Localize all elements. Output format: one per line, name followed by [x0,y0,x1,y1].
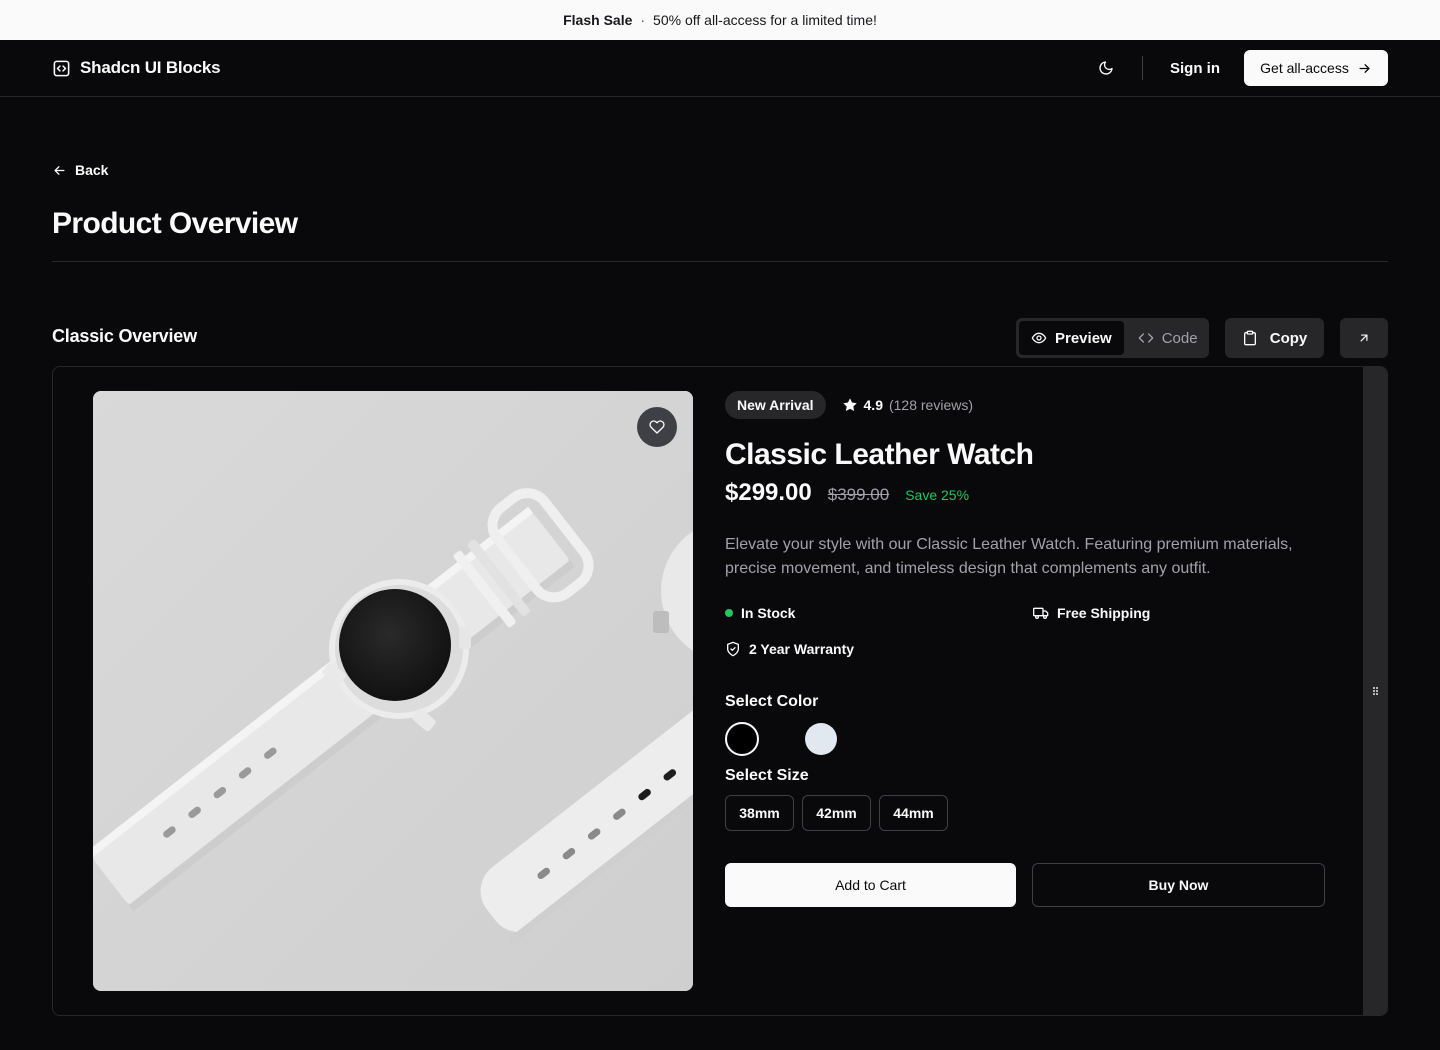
discount-label: Save 25% [905,487,970,503]
tab-preview[interactable]: Preview [1019,321,1124,355]
product-features: In Stock Free Shipping 2 Year Warranty [725,603,1335,659]
section-title: Classic Overview [52,326,197,346]
view-toggle-group: Preview Code [1016,318,1209,358]
preview-resize-handle[interactable] [1363,367,1387,1015]
shield-check-icon [727,641,739,657]
size-option-44mm[interactable]: 44mm [879,795,948,831]
announcement-banner: Flash Sale · 50% off all-access for a li… [0,0,1440,40]
top-navigation: Shadcn UI Blocks Sign in Get all-access [0,40,1440,97]
truck-icon [1033,607,1049,619]
arrow-right-icon [1359,63,1370,73]
get-all-access-button[interactable]: Get all-access [1244,50,1388,86]
copy-label: Copy [1269,329,1308,347]
sign-in-link[interactable]: Sign in [1160,56,1230,80]
free-shipping-label: Free Shipping [1057,605,1151,621]
title-divider [52,261,1388,262]
cta-label: Get all-access [1260,60,1349,76]
back-link[interactable]: Back [52,162,108,178]
tab-code[interactable]: Code [1126,321,1210,355]
code-square-icon [53,60,70,76]
product-info: New Arrival 4.9 (128 reviews) Classic Le… [725,391,1335,907]
page-title: Product Overview [52,207,298,240]
size-option-38mm[interactable]: 38mm [725,795,794,831]
eye-icon [1031,332,1047,344]
arrow-left-icon [54,165,65,175]
product-meta-row: New Arrival 4.9 (128 reviews) [725,391,1335,419]
color-swatch-silver[interactable] [805,723,837,755]
clipboard-icon [1243,330,1256,346]
favorite-button[interactable] [637,407,677,447]
back-label: Back [75,162,109,178]
arrow-up-right-icon [1360,334,1368,342]
brand-name: Shadcn UI Blocks [80,58,221,77]
product-image [93,391,693,991]
block-preview-frame: New Arrival 4.9 (128 reviews) Classic Le… [52,366,1388,1016]
theme-toggle-button[interactable] [1092,56,1120,80]
original-price: $399.00 [827,485,890,504]
warranty-label: 2 Year Warranty [749,641,855,657]
banner-message: 50% off all-access for a limited time! [653,12,877,28]
add-to-cart-button[interactable]: Add to Cart [725,863,1016,907]
review-count: (128 reviews) [888,397,974,413]
select-color-label: Select Color [725,693,819,710]
brand-logo[interactable]: Shadcn UI Blocks [52,58,221,78]
star-icon [842,398,857,411]
banner-separator: · [640,12,646,28]
open-in-new-button[interactable] [1340,318,1388,358]
price-row: $299.00 $399.00 Save 25% [725,479,1335,507]
new-arrival-badge: New Arrival [725,391,826,419]
purchase-actions: Add to Cart Buy Now [725,863,1335,907]
copy-button[interactable]: Copy [1225,318,1324,358]
product-description: Elevate your style with our Classic Leat… [725,536,1293,577]
watch-illustration [93,391,693,991]
banner-sale-label: Flash Sale [563,12,633,28]
code-icon [1138,333,1154,343]
feature-warranty: 2 Year Warranty [725,639,1033,659]
in-stock-label: In Stock [741,605,796,621]
stock-status-dot [725,609,733,617]
product-name: Classic Leather Watch [725,438,1034,471]
grip-icon [1372,687,1378,695]
moon-icon [1099,61,1113,75]
select-size-label: Select Size [725,767,809,784]
heart-icon [649,420,665,434]
color-swatch-black[interactable] [725,722,759,756]
product-rating: 4.9 (128 reviews) [842,397,974,413]
color-swatches [725,721,1335,757]
nav-divider [1142,56,1143,80]
tab-preview-label: Preview [1055,329,1112,347]
buy-now-button[interactable]: Buy Now [1032,863,1325,907]
current-price: $299.00 [725,479,812,506]
size-option-42mm[interactable]: 42mm [802,795,871,831]
rating-score: 4.9 [863,397,883,413]
tab-code-label: Code [1161,329,1198,347]
size-options: 38mm 42mm 44mm [725,795,1335,831]
feature-in-stock: In Stock [725,603,1033,623]
feature-free-shipping: Free Shipping [1033,603,1323,623]
